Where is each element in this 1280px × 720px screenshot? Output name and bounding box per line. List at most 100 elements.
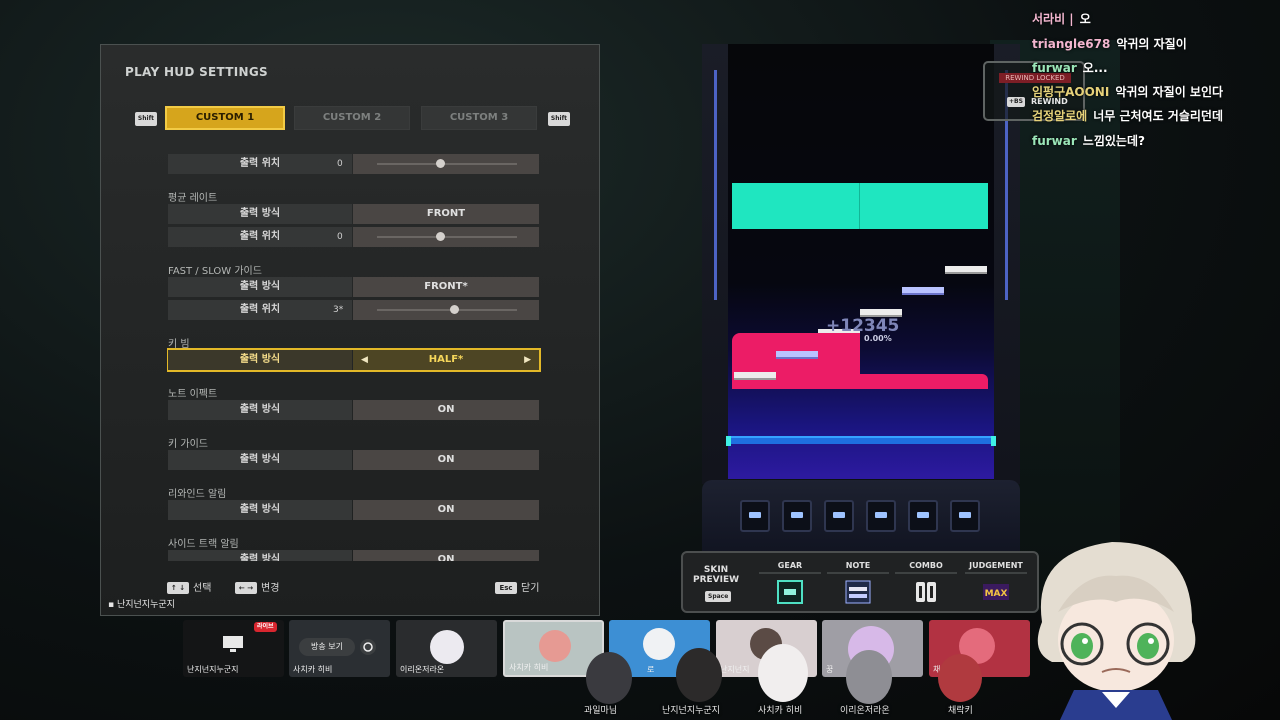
chat-nick[interactable]: 검정알로에	[1032, 109, 1087, 123]
long-note	[860, 374, 988, 389]
change-label: 변경	[261, 583, 280, 594]
slider-knob[interactable]	[436, 159, 445, 168]
setting-row-output-position[interactable]: 출력 위치 3*	[168, 300, 539, 320]
stream-tile[interactable]: 방송 보기 사치카 히비	[289, 620, 390, 677]
key-pad[interactable]	[950, 500, 980, 532]
setting-value[interactable]: FRONT	[353, 204, 539, 224]
gear-icon	[777, 580, 803, 604]
key-pad[interactable]	[866, 500, 896, 532]
chat-text: 오	[1079, 12, 1091, 26]
tab-custom-3[interactable]: CUSTOM 3	[421, 106, 537, 130]
slider-track	[377, 309, 517, 311]
play-hud-settings-panel: PLAY HUD SETTINGS Shift CUSTOM 1 CUSTOM …	[100, 44, 600, 616]
note-caption: NOTE	[827, 561, 889, 574]
setting-label: 출력 위치	[168, 227, 352, 247]
key-pad[interactable]	[908, 500, 938, 532]
chat-text: 악귀의 자질이	[1116, 37, 1187, 51]
skin-title-line1: SKIN	[703, 565, 729, 575]
caption-text: 난지넌지누군지	[116, 600, 175, 610]
popout-icon[interactable]	[359, 638, 377, 656]
skin-preview-bar: SKIN PREVIEW Space GEAR NOTE COMBO JUDGE…	[681, 551, 1039, 613]
tile-name: 난지넌지	[720, 665, 750, 674]
avatar	[430, 630, 464, 664]
shift-left-key[interactable]: Shift	[135, 112, 157, 126]
judgement-max-text: MAX	[985, 589, 1008, 599]
character-sprite	[846, 650, 892, 704]
setting-value[interactable]: ON	[353, 400, 539, 420]
setting-value[interactable]: ON	[353, 500, 539, 520]
chat-nick[interactable]: 임펑구AOONI	[1032, 85, 1109, 99]
key-pad[interactable]	[782, 500, 812, 532]
chat-message: furwar 느낌있는데?	[1032, 132, 1145, 149]
stream-tile[interactable]: 이리온저라온	[396, 620, 497, 677]
footer-close-button[interactable]: Esc 닫기	[495, 579, 539, 594]
skin-note-option[interactable]: NOTE	[827, 561, 889, 608]
chat-nick[interactable]: furwar	[1032, 134, 1077, 148]
bottom-name: 사치카 히비	[758, 706, 803, 716]
setting-value-text: HALF*	[428, 354, 464, 365]
chat-message: 임펑구AOONI 악귀의 자질이 보인다	[1032, 83, 1223, 100]
avatar	[539, 630, 571, 662]
slider-knob[interactable]	[450, 305, 459, 314]
arrow-left-icon[interactable]: ◀	[361, 350, 368, 370]
panel-caption: ▪ 난지넌지누군지	[108, 600, 175, 610]
note	[945, 266, 987, 274]
setting-row-output-position[interactable]: 출력 위치 0	[168, 154, 539, 174]
key-pad[interactable]	[740, 500, 770, 532]
tab-custom-2[interactable]: CUSTOM 2	[294, 106, 410, 130]
setting-row-output-mode[interactable]: 출력 방식 ON	[168, 550, 539, 561]
setting-row-output-mode[interactable]: 출력 방식 FRONT	[168, 204, 539, 224]
section-key-guide: 키 가이드	[168, 439, 208, 450]
select-label: 선택	[193, 583, 212, 594]
setting-label: 출력 방식	[168, 400, 352, 420]
setting-label: 출력 위치	[168, 300, 352, 320]
shift-right-key[interactable]: Shift	[548, 112, 570, 126]
position-slider[interactable]: 3*	[333, 300, 539, 320]
setting-label: 출력 방식	[168, 350, 352, 370]
note	[902, 287, 944, 295]
character-sprite	[676, 648, 722, 702]
key-pad[interactable]	[824, 500, 854, 532]
gear-caption: GEAR	[759, 561, 821, 574]
setting-value[interactable]: ◀ HALF* ▶	[353, 350, 539, 370]
setting-value[interactable]: ON	[353, 450, 539, 470]
setting-row-output-position[interactable]: 출력 위치 0	[168, 227, 539, 247]
streamer-avatar	[1037, 542, 1196, 720]
setting-row-output-mode[interactable]: 출력 방식 FRONT*	[168, 277, 539, 297]
slider-track	[377, 163, 517, 165]
setting-label: 출력 위치	[168, 154, 352, 174]
skin-judgement-option[interactable]: JUDGEMENT MAX	[965, 561, 1027, 608]
arrow-right-icon[interactable]: ▶	[524, 350, 531, 370]
setting-row-output-mode[interactable]: 출력 방식 ON	[168, 450, 539, 470]
tab-custom-1[interactable]: CUSTOM 1	[165, 106, 285, 130]
chat-message: furwar 오...	[1032, 59, 1108, 76]
chat-message: 검정알로에 너무 근처여도 거슬리던데	[1032, 107, 1223, 124]
judgement-caption: JUDGEMENT	[965, 561, 1027, 574]
judgement-icon: MAX	[983, 584, 1009, 600]
close-label: 닫기	[521, 583, 540, 594]
chat-nick[interactable]: 서라비 |	[1032, 12, 1074, 26]
chat-nick[interactable]: triangle678	[1032, 37, 1110, 51]
settings-list: 출력 위치 0 평균 레이트 출력 방식 FRONT 출력 위치 0 FAST …	[167, 151, 541, 561]
updown-keycap: ↑ ↓	[167, 581, 189, 594]
skin-combo-option[interactable]: COMBO	[895, 561, 957, 608]
note	[776, 351, 818, 359]
skin-gear-option[interactable]: GEAR	[759, 561, 821, 608]
chat-nick[interactable]: furwar	[1032, 61, 1077, 75]
setting-value[interactable]: FRONT*	[353, 277, 539, 297]
live-badge: 라이브	[254, 622, 277, 632]
avatar	[643, 628, 675, 660]
position-slider[interactable]: 0	[337, 227, 539, 247]
setting-label: 출력 방식	[168, 500, 352, 520]
setting-row-key-beam-focused[interactable]: 출력 방식 ◀ HALF* ▶	[167, 348, 541, 372]
setting-row-output-mode[interactable]: 출력 방식 ON	[168, 400, 539, 420]
watch-stream-button[interactable]: 방송 보기	[299, 638, 355, 656]
chat-text: 악귀의 자질이 보인다	[1115, 85, 1224, 99]
position-slider[interactable]: 0	[337, 154, 539, 174]
slider-knob[interactable]	[436, 232, 445, 241]
skin-preview-title: SKIN PREVIEW	[693, 565, 739, 585]
setting-row-output-mode[interactable]: 출력 방식 ON	[168, 500, 539, 520]
setting-value[interactable]: ON	[353, 550, 539, 561]
tile-name: 로	[647, 665, 655, 674]
space-keycap[interactable]: Space	[705, 591, 732, 602]
